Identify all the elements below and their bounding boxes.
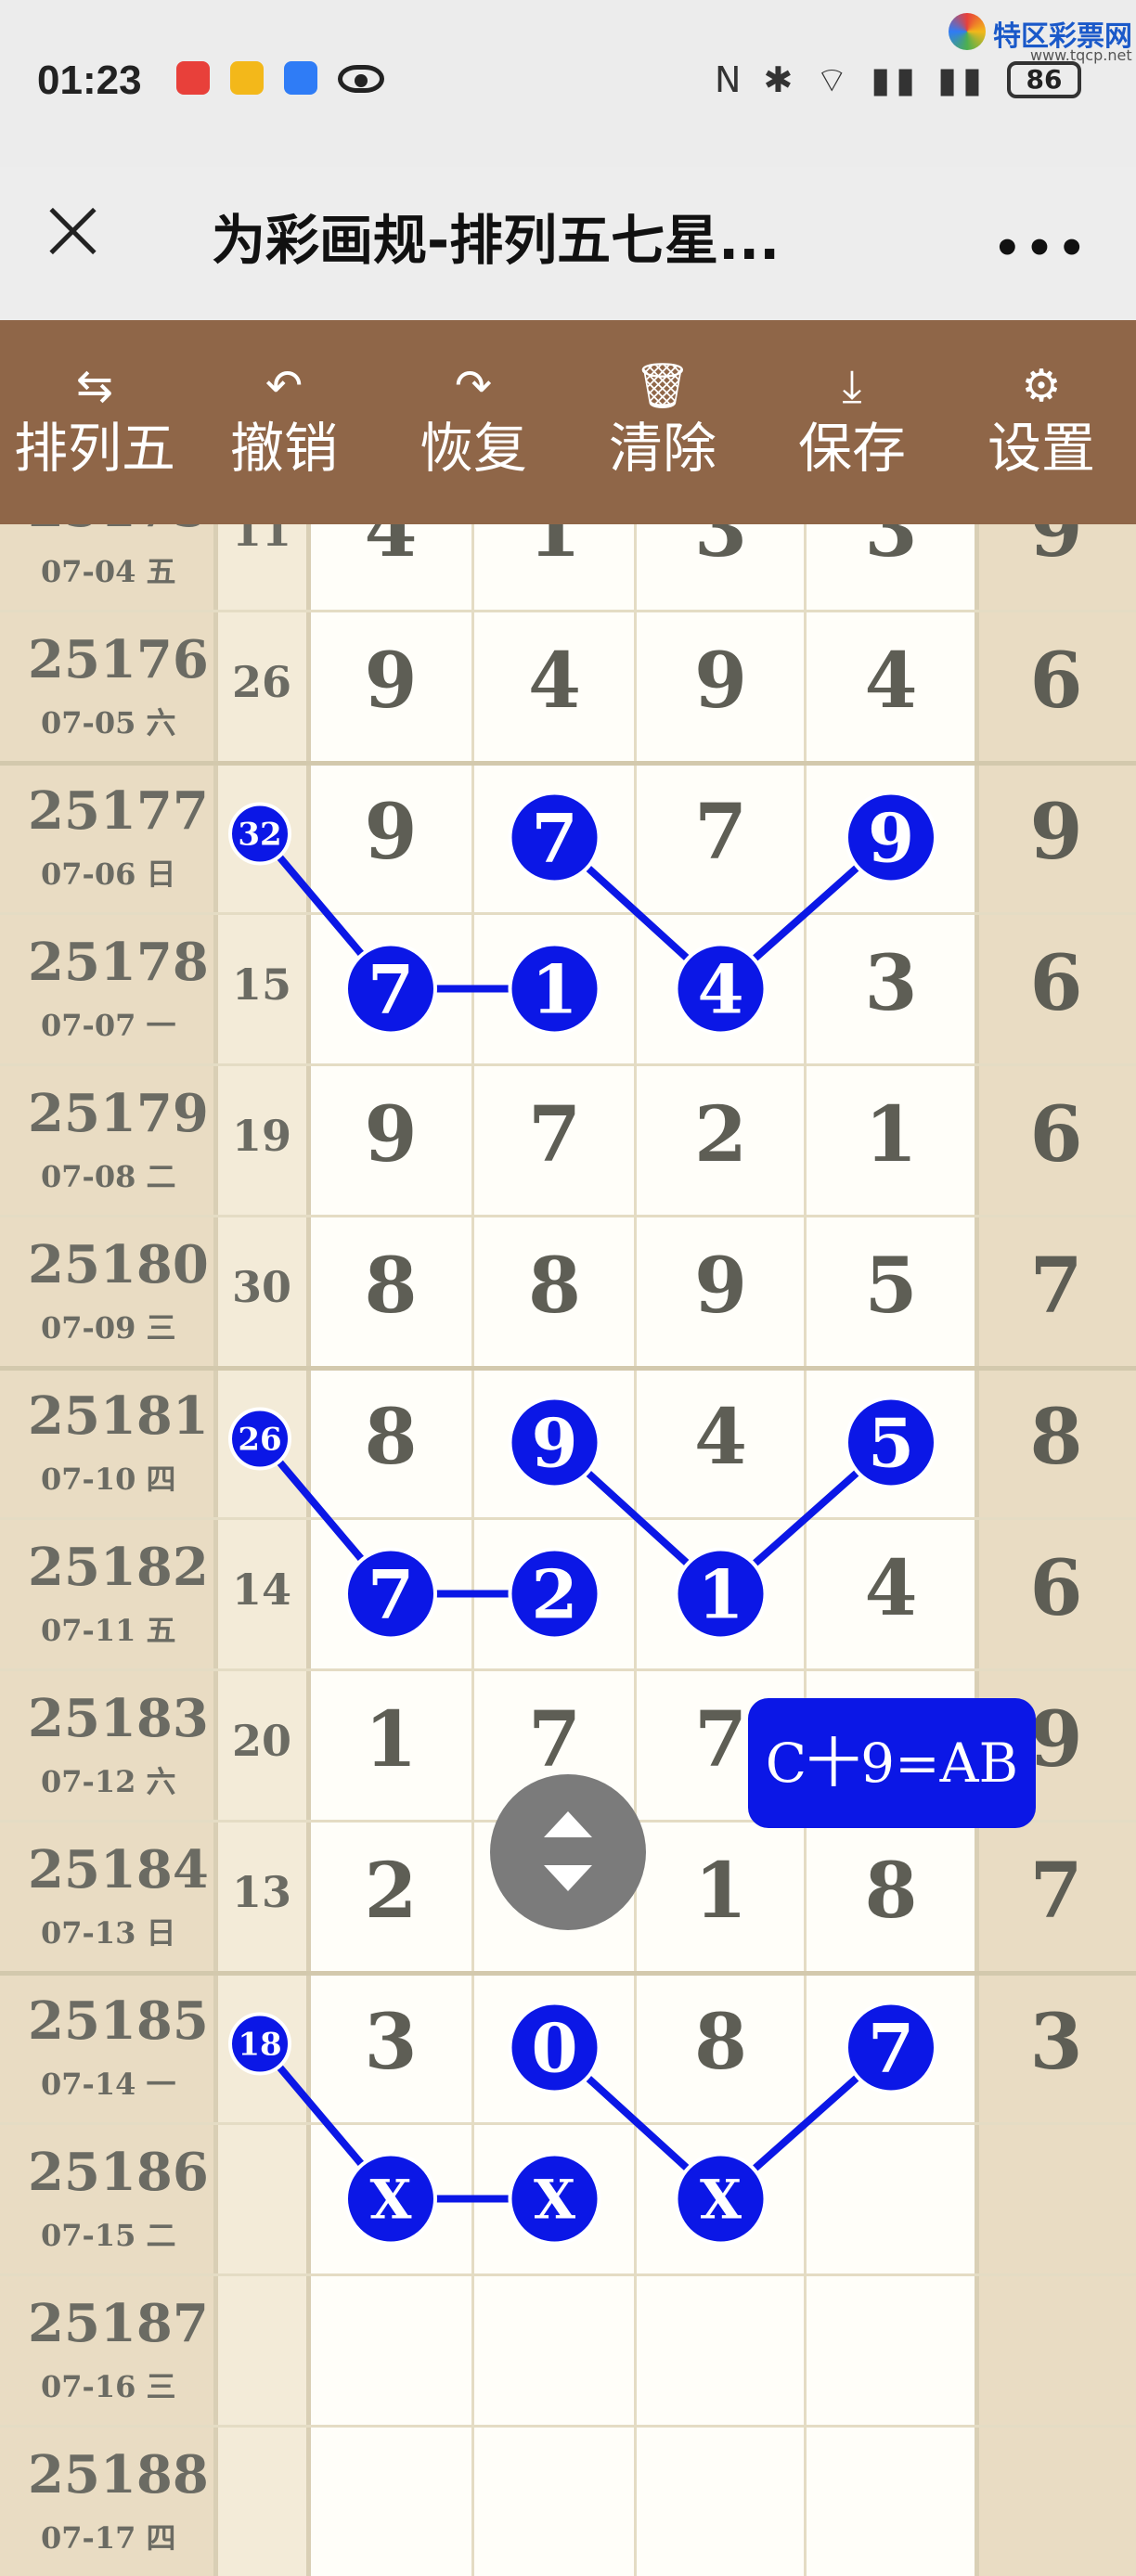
signal-wifi-icons: N ✱ ⌔ ▮▮ ▮▮ (715, 59, 988, 100)
toolbar-label: 保存 (797, 417, 906, 480)
toolbar-label: 清除 (608, 417, 716, 480)
clear-button[interactable]: 🗑 清除 (568, 320, 757, 524)
svg-text:7: 7 (531, 798, 577, 877)
svg-text:9: 9 (868, 798, 914, 877)
battery-icon: 86 (1007, 61, 1081, 98)
marked-digit-ball: 7 (508, 791, 601, 884)
marked-digit-ball: 0 (508, 2001, 601, 2094)
svg-text:4: 4 (697, 949, 743, 1028)
svg-text:7: 7 (368, 949, 414, 1028)
more-icon[interactable]: ••• (993, 223, 1090, 275)
svg-text:18: 18 (238, 2027, 281, 2064)
switch-button[interactable]: ⇆ 排列五 (0, 320, 189, 524)
marked-digit-ball: 5 (845, 1396, 937, 1489)
gear-icon: ⚙ (1021, 360, 1062, 412)
marked-digit-ball: X (674, 2152, 768, 2246)
watermark-logo-icon (949, 13, 986, 50)
status-bar: 01:23 特区彩票网 www.tqcp.net N ✱ ⌔ ▮▮ ▮▮ 86 (0, 0, 1136, 167)
toolbar-label: 设置 (987, 417, 1095, 480)
trash-icon: 🗑 (634, 360, 691, 412)
svg-text:5: 5 (868, 1403, 914, 1482)
browser-notification-icon (284, 61, 317, 95)
marked-digit-ball: 1 (674, 1547, 768, 1641)
svg-text:32: 32 (238, 817, 281, 854)
drawing-overlay: 32 7 9 7 1 4 26 9 5 7 2 1 18 0 7 X X X (228, 791, 937, 2246)
marked-digit-ball: 4 (674, 942, 768, 1036)
formula-badge[interactable]: C十9=AB (748, 1698, 1036, 1828)
svg-text:26: 26 (238, 1422, 281, 1459)
mail-notification-icon (230, 61, 264, 95)
svg-text:7: 7 (868, 2008, 914, 2087)
app-notification-icon (176, 61, 210, 95)
svg-text:0: 0 (531, 2008, 577, 2087)
redo-icon: ↷ (454, 360, 493, 412)
marked-digit-ball: 9 (508, 1396, 601, 1489)
toolbar-label: 恢复 (419, 417, 527, 480)
marked-digit-ball: 7 (845, 2001, 937, 2094)
settings-button[interactable]: ⚙ 设置 (947, 320, 1136, 524)
draw-grid[interactable]: 2517507-04 五11413392517607-05 六269494625… (0, 524, 1136, 2576)
sum-tag-ball: 18 (228, 2012, 291, 2076)
marked-digit-ball: 7 (344, 942, 437, 1036)
svg-text:X: X (369, 2168, 411, 2231)
undo-icon: ↶ (265, 360, 303, 412)
svg-text:1: 1 (697, 1554, 743, 1633)
toolbar: ⇆ 排列五 ↶ 撤销 ↷ 恢复 🗑 清除 ⤓ 保存 ⚙ 设置 (0, 320, 1136, 524)
svg-text:1: 1 (531, 949, 577, 1028)
svg-text:2: 2 (531, 1554, 577, 1633)
svg-text:9: 9 (531, 1403, 577, 1482)
svg-text:X: X (700, 2168, 742, 2231)
svg-text:7: 7 (368, 1554, 414, 1633)
clock: 01:23 (37, 58, 142, 103)
redo-button[interactable]: ↷ 恢复 (379, 320, 568, 524)
download-icon: ⤓ (842, 360, 862, 412)
marked-digit-ball: 7 (344, 1547, 437, 1641)
toolbar-label: 撤销 (229, 417, 338, 480)
undo-button[interactable]: ↶ 撤销 (189, 320, 379, 524)
toolbar-label: 排列五 (13, 417, 175, 480)
swap-icon: ⇆ (75, 360, 114, 412)
marked-digit-ball: 1 (508, 942, 601, 1036)
close-icon[interactable] (45, 202, 100, 258)
sum-tag-ball: 32 (228, 802, 291, 866)
page-title: 为彩画规-排列五七星... (212, 209, 781, 272)
scroll-toggle-button[interactable] (490, 1774, 646, 1930)
save-button[interactable]: ⤓ 保存 (757, 320, 947, 524)
marked-digit-ball: 2 (508, 1547, 601, 1641)
sum-tag-ball: 26 (228, 1407, 291, 1471)
marked-digit-ball: X (508, 2152, 601, 2246)
svg-text:X: X (534, 2168, 575, 2231)
marked-digit-ball: 9 (845, 791, 937, 884)
eye-icon (338, 65, 384, 93)
marked-digit-ball: X (344, 2152, 437, 2246)
